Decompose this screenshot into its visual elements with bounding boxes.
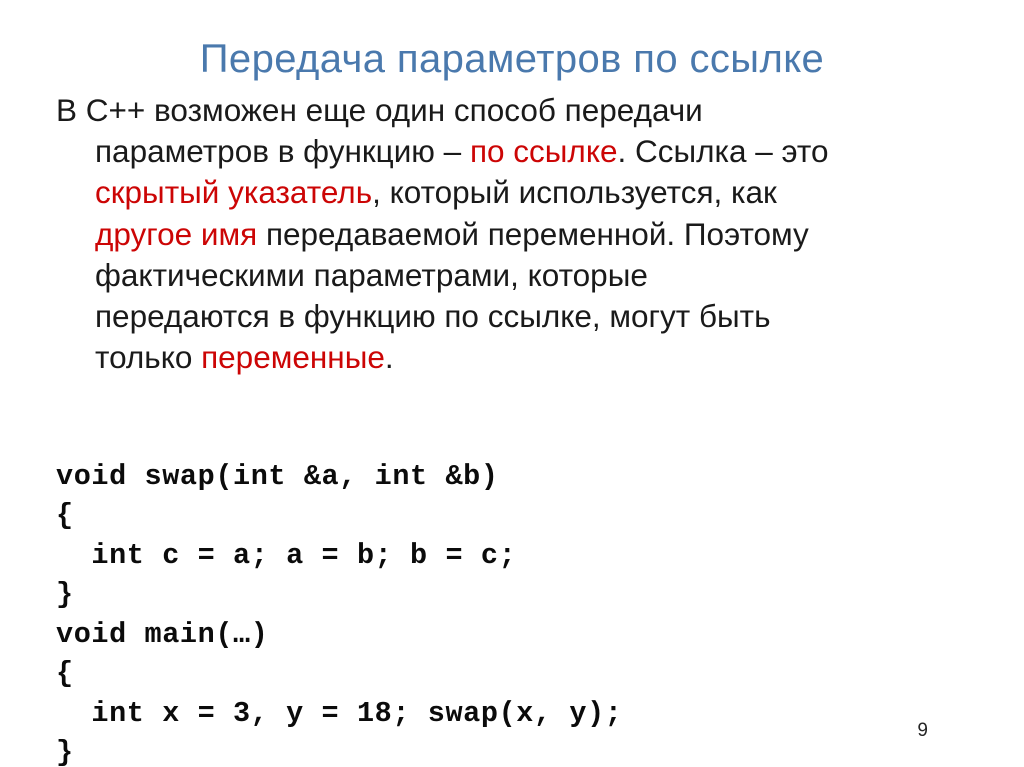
highlighted-term: переменные (201, 339, 385, 376)
code-line: int c = a; a = b; b = c; (56, 538, 517, 572)
body-text-run: . (384, 339, 394, 376)
code-line: int x = 3, y = 18; swap(x, y); (56, 696, 623, 730)
body-line: другое имя передаваемой переменной. Поэт… (56, 214, 961, 255)
body-text-run: , который используется, как (372, 174, 777, 211)
slide-number: 9 (917, 720, 928, 741)
body-text-run: В С++ возможен еще один способ передачи (56, 92, 703, 128)
page-title: Передача параметров по ссылке (199, 36, 825, 81)
code-line: { (56, 499, 74, 532)
body-line: В С++ возможен еще один способ передачи (56, 90, 961, 131)
body-text-run: только (95, 339, 202, 376)
highlighted-term: по ссылке (469, 133, 618, 170)
body-text-run: фактическими параметрами, которые (95, 256, 648, 293)
body-text-run: передаваемой переменной. Поэтому (257, 215, 809, 252)
body-line: скрытый указатель, который используется,… (56, 172, 961, 213)
highlighted-term: скрытый указатель (95, 174, 373, 211)
code-listing: void swap(int &a, int &b) { int c = a; a … (56, 457, 623, 767)
body-line: фактическими параметрами, которые (56, 255, 961, 296)
presentation-slide: Передача параметров по ссылке В С++ возм… (0, 0, 1024, 767)
body-line: передаются в функцию по ссылке, могут бы… (56, 296, 961, 337)
body-line: только переменные. (56, 337, 961, 378)
code-line: } (56, 736, 74, 767)
body-text-run: параметров в функцию – (95, 133, 470, 170)
code-line: void main(…) (56, 617, 269, 651)
code-line: void swap(int &a, int &b) (56, 459, 499, 493)
body-line: параметров в функцию – по ссылке. Ссылка… (56, 131, 961, 172)
body-paragraph: В С++ возможен еще один способ передачи п… (56, 90, 961, 378)
code-line: { (56, 657, 74, 690)
body-text-run: . Ссылка – это (617, 133, 829, 170)
code-line: } (56, 578, 74, 611)
body-text-run: передаются в функцию по ссылке, могут бы… (95, 297, 771, 334)
highlighted-term: другое имя (95, 215, 258, 252)
